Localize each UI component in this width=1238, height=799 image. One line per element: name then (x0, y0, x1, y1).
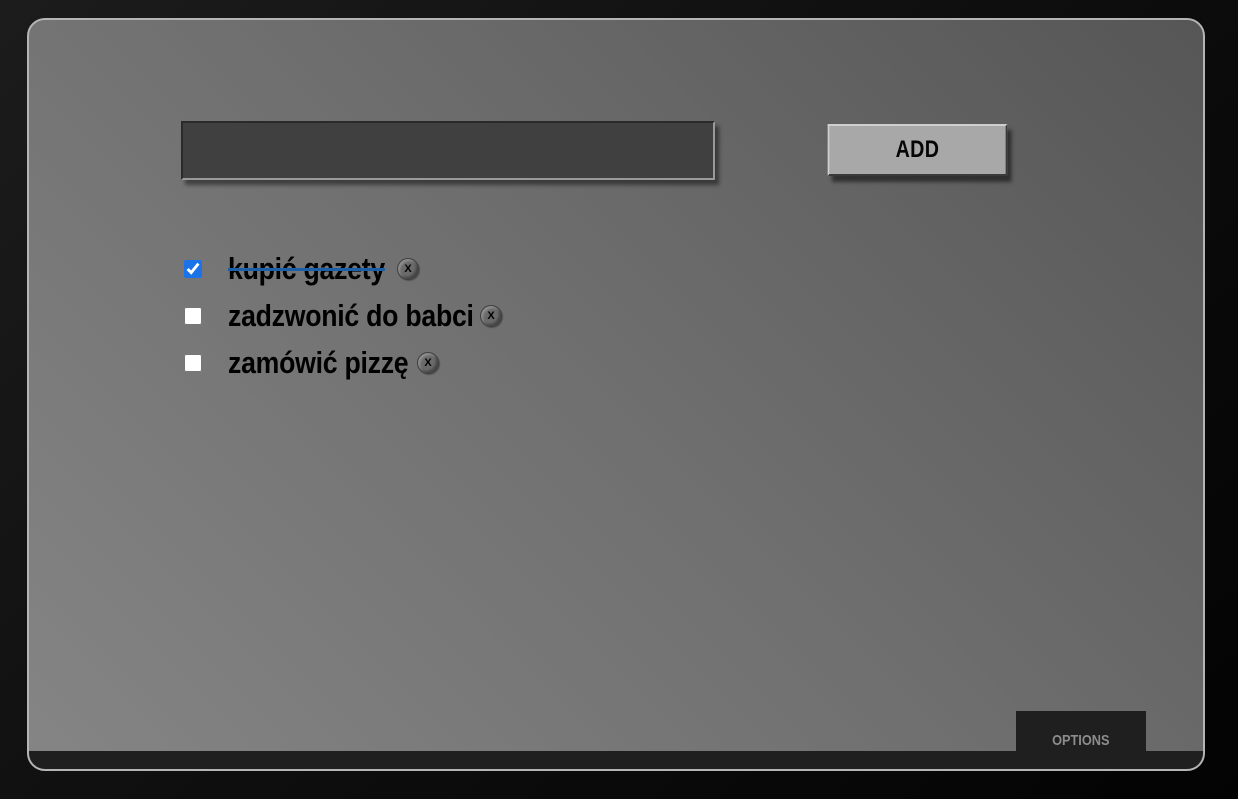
options-label: OPTIONS (1052, 731, 1110, 749)
todo-item: zamówić pizzę X (181, 339, 514, 386)
todo-app-panel: ADD kupić gazety X zadzwonić do babci X … (27, 18, 1205, 771)
delete-todo-button[interactable]: X (480, 305, 502, 327)
delete-todo-button[interactable]: X (417, 352, 439, 374)
todo-checkbox[interactable] (184, 306, 202, 325)
todo-list: kupić gazety X zadzwonić do babci X zamó… (181, 245, 514, 386)
add-task-button[interactable]: ADD (827, 124, 1008, 176)
todo-checkbox[interactable] (184, 353, 202, 372)
todo-checkbox[interactable] (184, 259, 202, 278)
delete-todo-button[interactable]: X (397, 258, 419, 280)
options-button[interactable]: OPTIONS (1016, 711, 1146, 769)
todo-item: zadzwonić do babci X (181, 292, 514, 339)
todo-text: kupić gazety (228, 250, 385, 286)
todo-text: zadzwonić do babci (228, 297, 474, 333)
todo-item: kupić gazety X (181, 245, 514, 292)
todo-text: zamówić pizzę (228, 344, 409, 380)
new-task-input[interactable] (181, 121, 715, 180)
